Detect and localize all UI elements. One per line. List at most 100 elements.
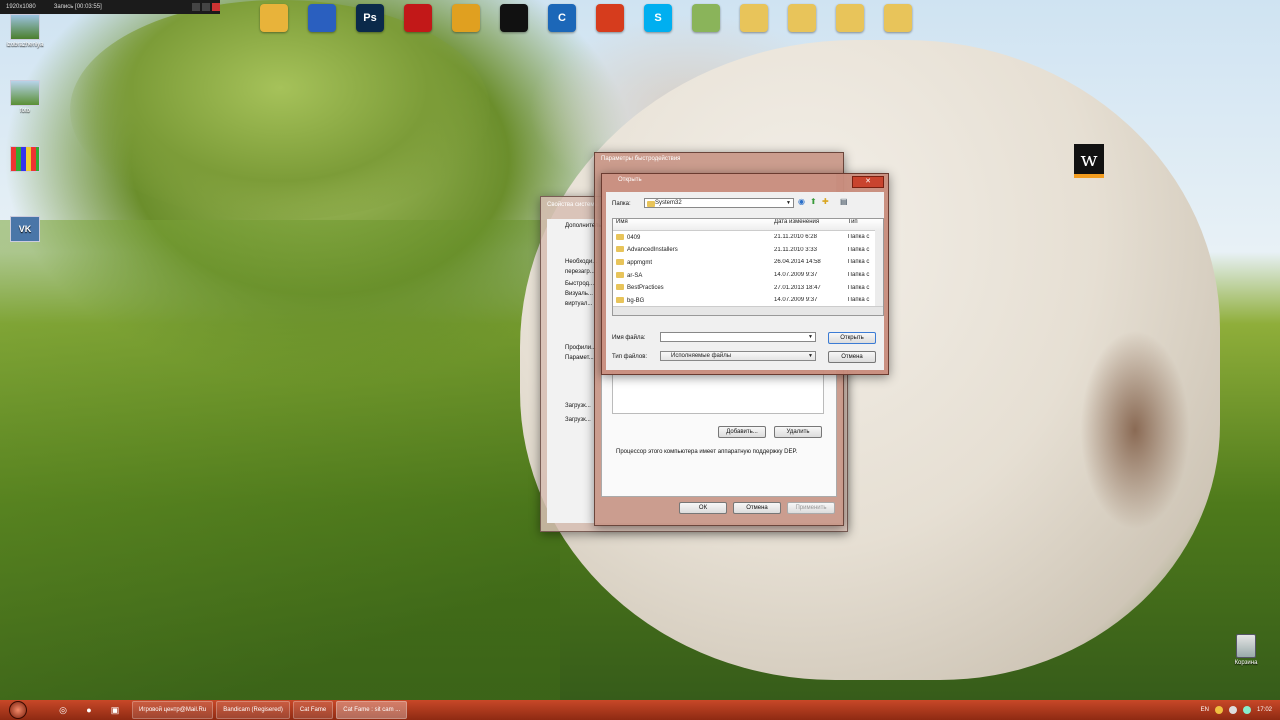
desktop-top-icons: Ps C S <box>260 4 912 32</box>
window-title: Параметры быстродействия <box>601 156 681 162</box>
ok-button[interactable]: ОК <box>679 502 727 514</box>
taskbar-task[interactable]: Bandicam (Regisered) <box>216 701 290 719</box>
filetype-select[interactable]: Исполняемые файлы ▼ <box>660 351 816 361</box>
language-indicator[interactable]: EN <box>1201 707 1209 713</box>
file-name: appmgmt <box>627 259 653 266</box>
filename-label: Имя файла: <box>612 335 646 341</box>
file-date: 14.07.2009 9:37 <box>774 297 818 304</box>
folder-icon-1[interactable] <box>740 4 768 32</box>
colorful-grid-icon <box>10 146 40 172</box>
desktop-icon-label: foto <box>19 108 30 114</box>
pinned-explorer-icon[interactable]: ▣ <box>102 700 128 720</box>
folder-select[interactable]: System32 ▼ <box>644 198 794 208</box>
chevron-down-icon: ▼ <box>786 200 791 206</box>
folder-icon-2[interactable] <box>788 4 816 32</box>
file-row[interactable]: ar-SA 14.07.2009 9:37 Папка с <box>613 269 883 282</box>
photoshop-icon[interactable]: Ps <box>356 4 384 32</box>
text-line: виртуал... <box>565 301 593 307</box>
add-button[interactable]: Добавить... <box>718 426 766 438</box>
recorder-bar[interactable]: 1920x1080 Запись [00:03:55] <box>0 0 220 14</box>
file-date: 21.11.2010 3:33 <box>774 246 817 253</box>
file-list[interactable]: Имя Дата изменения Тип 0409 21.11.2010 6:… <box>612 218 884 316</box>
file-name: 0409 <box>627 234 641 241</box>
taskbar-task[interactable]: Cat Fame : sit cam ... <box>336 701 408 719</box>
desktop-icon-vk[interactable]: VK <box>2 216 48 244</box>
network-icon[interactable] <box>308 4 336 32</box>
folder-blue-shortcut-icon[interactable] <box>260 4 288 32</box>
column-type[interactable]: Тип <box>845 219 883 230</box>
app-red-icon[interactable] <box>596 4 624 32</box>
recycle-bin[interactable]: Корзина <box>1226 634 1266 666</box>
nvidia-icon[interactable] <box>500 4 528 32</box>
pinned-ie-icon[interactable]: ◎ <box>50 700 76 720</box>
cancel-button[interactable]: Отмена <box>733 502 781 514</box>
vertical-scrollbar[interactable] <box>875 230 883 307</box>
cancel-button[interactable]: Отмена <box>828 351 876 363</box>
pinned-game-icon[interactable]: ● <box>76 700 102 720</box>
file-row[interactable]: AdvancedInstallers 21.11.2010 3:33 Папка с <box>613 244 883 257</box>
skype-icon[interactable]: S <box>644 4 672 32</box>
text-line: Быстрод... <box>565 281 595 287</box>
chrome-icon[interactable] <box>452 4 480 32</box>
taskbar: ◎ ● ▣ Игровой центр@Mail.Ru Bandicam (Reg… <box>0 700 1280 720</box>
recycle-bin-label: Корзина <box>1234 660 1258 666</box>
w-app-icon[interactable]: w <box>1074 144 1104 178</box>
filename-input[interactable]: ▼ <box>660 332 816 342</box>
recorder-close-button[interactable] <box>212 3 220 11</box>
image-file-icon <box>10 80 40 106</box>
recorder-status: Запись [00:03:55] <box>53 4 102 10</box>
file-list-header: Имя Дата изменения Тип <box>613 219 883 231</box>
open-file-dialog: Открыть ✕ Папка: System32 ▼ ◉ ⬆ ✚ ▤ Имя … <box>601 173 889 375</box>
start-button[interactable] <box>0 700 36 720</box>
folder-label: Папка: <box>612 201 631 207</box>
recorder-minimize-button[interactable] <box>192 3 200 11</box>
desktop-icon-photo[interactable]: foto <box>2 80 48 114</box>
file-row[interactable]: bg-BG 14.07.2009 9:37 Папка с <box>613 294 883 307</box>
remove-button[interactable]: Удалить <box>774 426 822 438</box>
file-name: BestPractices <box>627 285 664 292</box>
file-row[interactable]: 0409 21.11.2010 6:28 Папка с <box>613 231 883 244</box>
text-line: Парамет... <box>565 355 594 361</box>
taskbar-task[interactable]: Cat Fame <box>292 701 334 719</box>
column-name[interactable]: Имя <box>613 219 771 230</box>
text-line: Загрузк... <box>565 417 591 423</box>
file-row[interactable]: BestPractices 27.01.2013 18:47 Папка с <box>613 281 883 294</box>
up-folder-icon[interactable]: ⬆ <box>810 197 817 206</box>
tray-icon[interactable] <box>1214 706 1223 714</box>
filetype-label: Тип файлов: <box>612 354 648 360</box>
recorder-options-button[interactable] <box>202 3 210 11</box>
folder-value: System32 <box>655 200 682 206</box>
folder-icon-3[interactable] <box>836 4 864 32</box>
file-name-cell: AdvancedInstallers <box>613 246 771 253</box>
folder-icon <box>616 271 624 278</box>
network-tray-icon[interactable] <box>1242 706 1251 714</box>
record-icon[interactable] <box>404 4 432 32</box>
dialog-body: Папка: System32 ▼ ◉ ⬆ ✚ ▤ Имя Дата измен… <box>606 192 884 370</box>
clock[interactable]: 17:02 <box>1257 707 1272 713</box>
open-button[interactable]: Открыть <box>828 332 876 344</box>
taskbar-task[interactable]: Игровой центр@Mail.Ru <box>132 701 214 719</box>
text-line: Визуаль... <box>565 291 593 297</box>
file-date: 26.04.2014 14:58 <box>774 259 821 266</box>
map-icon[interactable] <box>692 4 720 32</box>
volume-icon[interactable] <box>1228 706 1237 714</box>
apply-button[interactable]: Применить <box>787 502 835 514</box>
new-folder-icon[interactable]: ✚ <box>822 197 829 206</box>
view-menu-icon[interactable]: ▤ <box>840 197 848 206</box>
recycle-bin-icon <box>1236 634 1256 658</box>
back-icon[interactable]: ◉ <box>798 197 805 206</box>
column-date[interactable]: Дата изменения <box>771 219 845 230</box>
desktop-icon-app[interactable] <box>2 146 48 174</box>
close-button[interactable]: ✕ <box>852 176 884 188</box>
dialog-title: Открыть <box>618 177 642 183</box>
file-row[interactable]: appmgmt 26.04.2014 14:58 Папка с <box>613 256 883 269</box>
horizontal-scrollbar[interactable] <box>613 306 883 315</box>
file-name-cell: ar-SA <box>613 271 771 279</box>
dep-exceptions-list[interactable] <box>612 370 824 414</box>
folder-icon <box>616 233 624 240</box>
text-line: Загрузк... <box>565 403 591 409</box>
ccleaner-icon[interactable]: C <box>548 4 576 32</box>
window-title: Свойства системы <box>547 202 599 208</box>
folder-icon-4[interactable] <box>884 4 912 32</box>
desktop-icon-images[interactable]: izobrazheniya <box>2 14 48 48</box>
